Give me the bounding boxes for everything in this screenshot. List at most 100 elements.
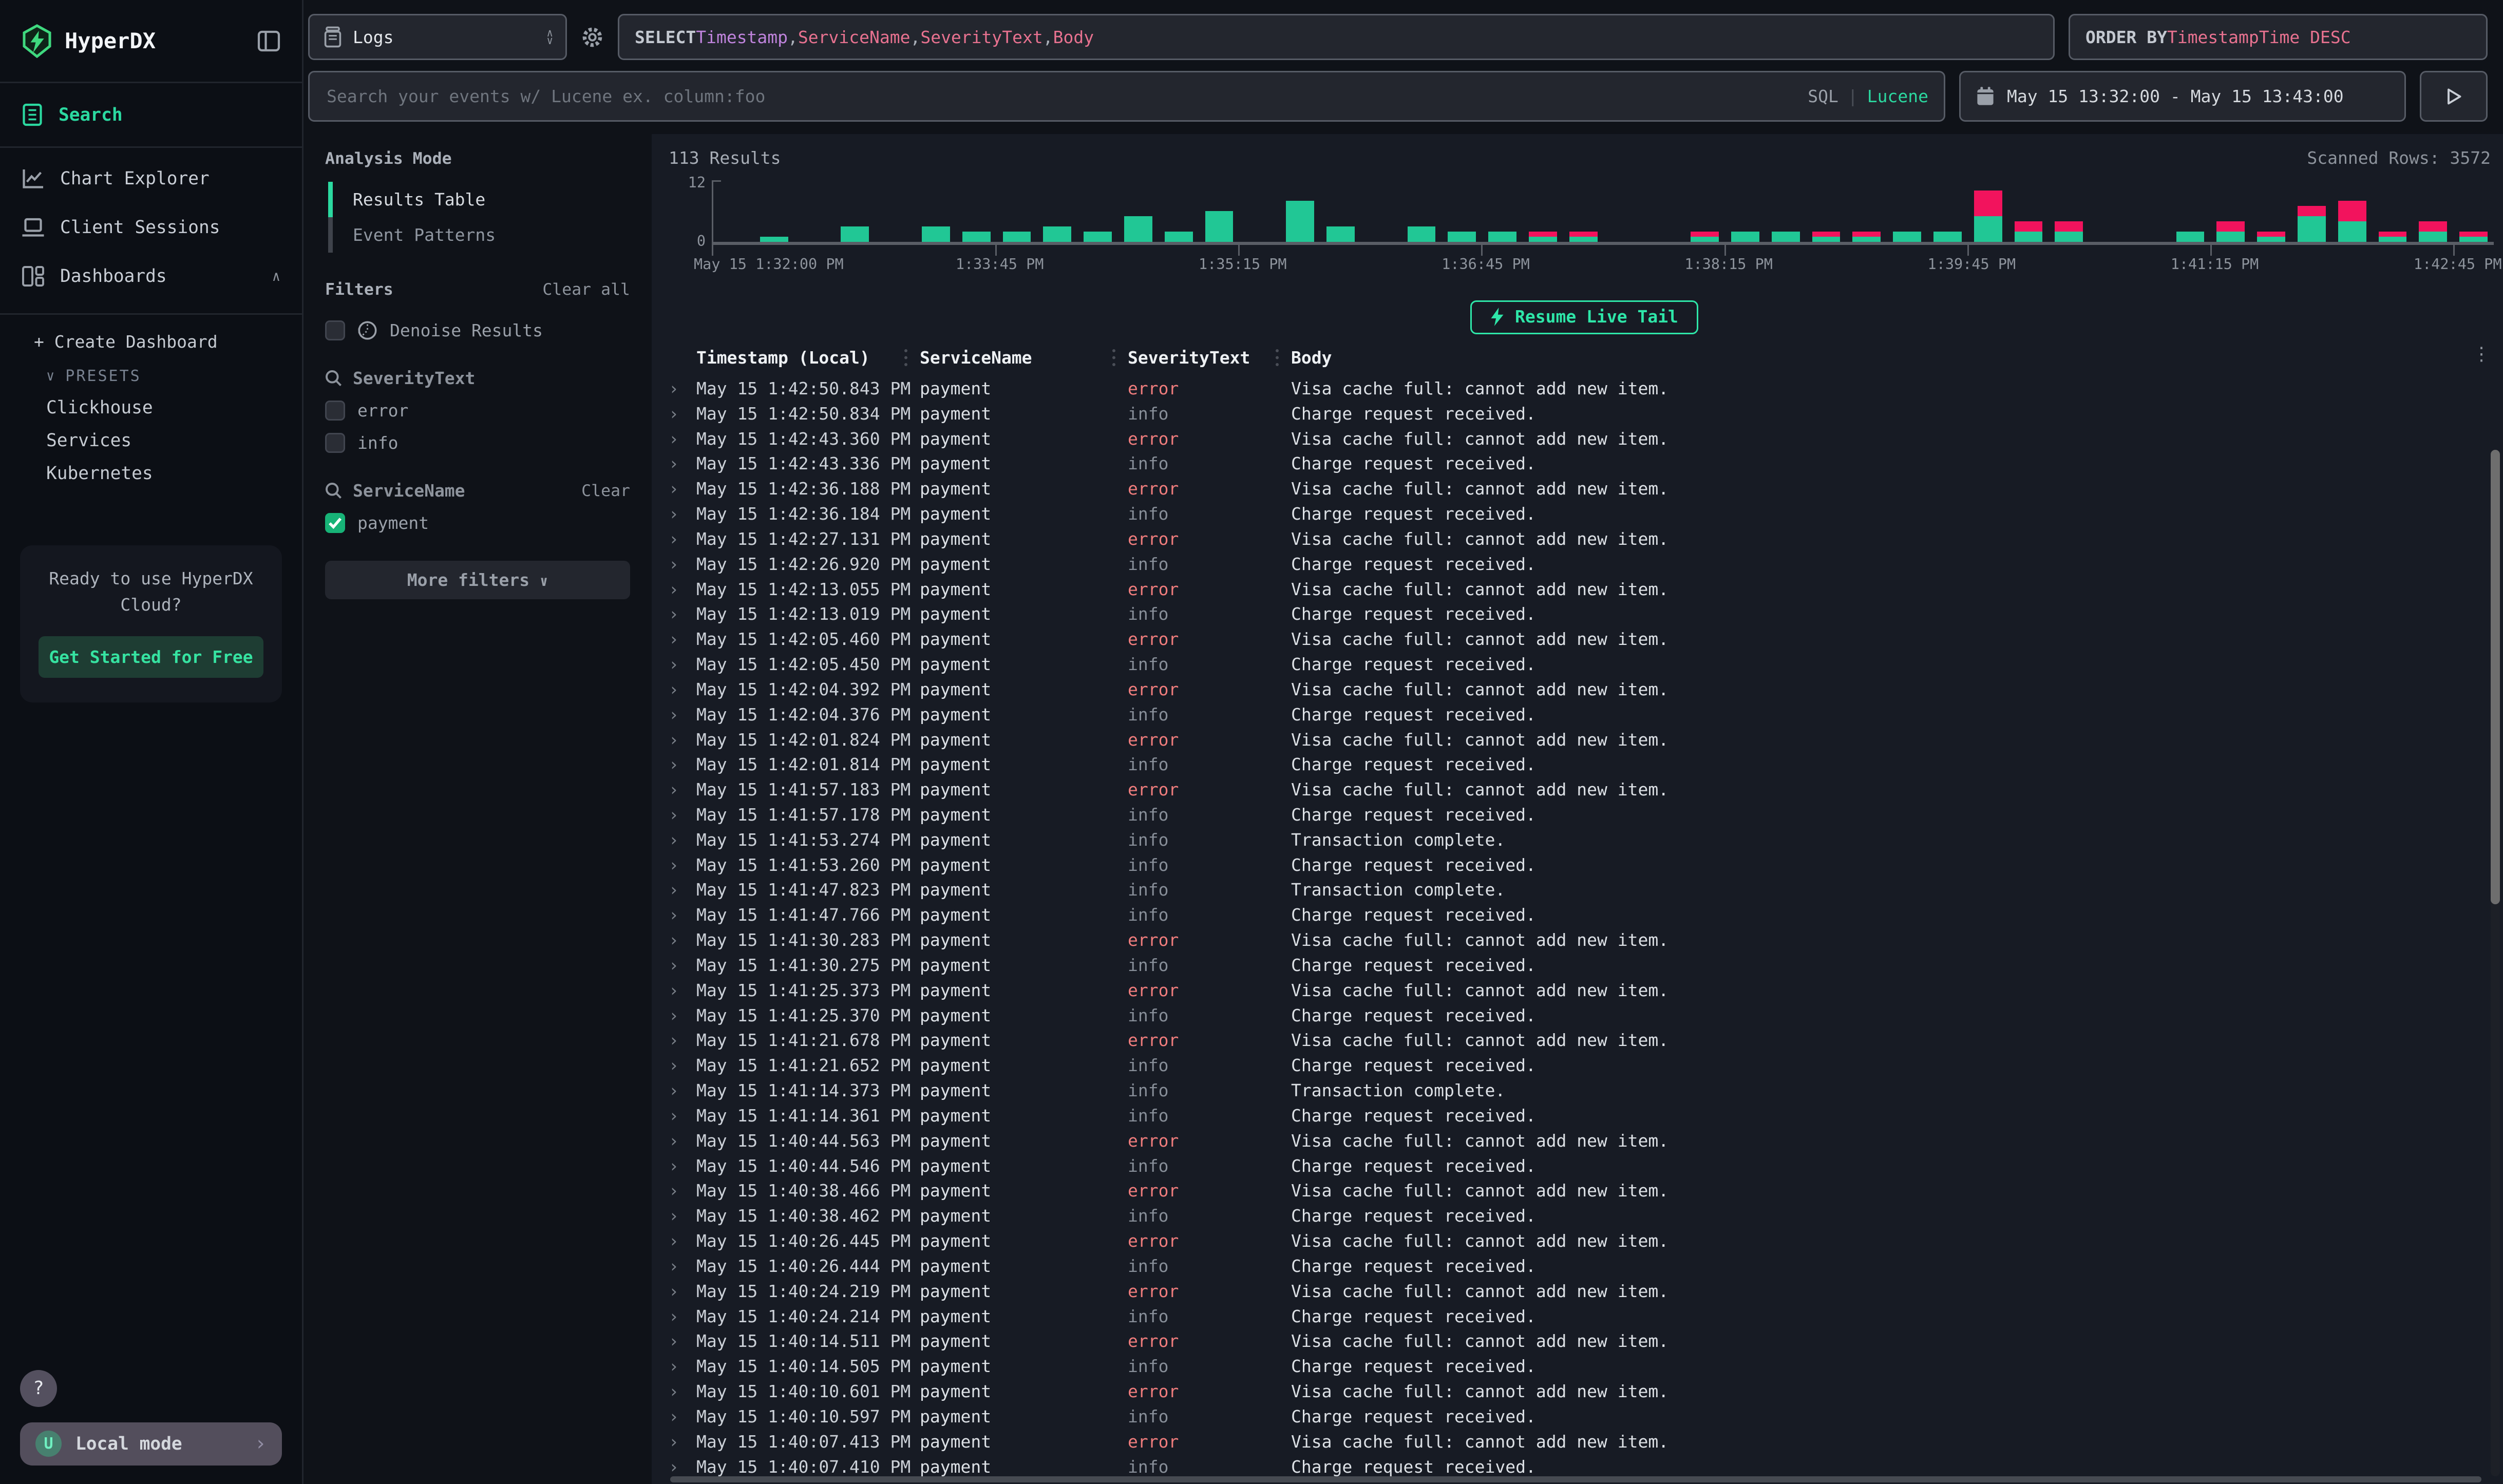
run-query-button[interactable] [2420,71,2488,122]
row-expand-icon[interactable]: › [666,1080,696,1100]
table-row[interactable]: ›May 15 1:42:50.834 PMpaymentinfoCharge … [666,401,2503,426]
clear-all-button[interactable]: Clear all [542,280,630,299]
table-row[interactable]: ›May 15 1:42:04.392 PMpaymenterrorVisa c… [666,677,2503,702]
table-row[interactable]: ›May 15 1:40:24.214 PMpaymentinfoCharge … [666,1304,2503,1329]
local-mode-menu[interactable]: U Local mode › [20,1422,282,1466]
histogram-bucket[interactable] [713,180,754,242]
sql-mode-button[interactable]: SQL [1808,86,1838,106]
row-expand-icon[interactable]: › [666,654,696,674]
filter-option-info[interactable]: info [325,427,630,459]
table-row[interactable]: ›May 15 1:42:13.055 PMpaymenterrorVisa c… [666,577,2503,602]
table-row[interactable]: ›May 15 1:41:25.373 PMpaymenterrorVisa c… [666,978,2503,1003]
table-row[interactable]: ›May 15 1:40:26.445 PMpaymenterrorVisa c… [666,1228,2503,1253]
histogram-bucket[interactable] [1766,180,1806,242]
table-row[interactable]: ›May 15 1:40:10.601 PMpaymenterrorVisa c… [666,1379,2503,1404]
row-expand-icon[interactable]: › [666,1281,696,1301]
sidebar-preset-kubernetes[interactable]: Kubernetes [0,457,302,490]
histogram-bucket[interactable] [1523,180,1563,242]
row-expand-icon[interactable]: › [666,1406,696,1426]
table-row[interactable]: ›May 15 1:40:14.511 PMpaymenterrorVisa c… [666,1328,2503,1354]
table-row[interactable]: ›May 15 1:41:57.178 PMpaymentinfoCharge … [666,802,2503,827]
row-expand-icon[interactable]: › [666,1231,696,1251]
column-resize-handle[interactable] [904,349,907,366]
sidebar-preset-services[interactable]: Services [0,424,302,457]
row-expand-icon[interactable]: › [666,1306,696,1326]
histogram-bucket[interactable] [1361,180,1401,242]
row-expand-icon[interactable]: › [666,1356,696,1376]
histogram-bucket[interactable] [1199,180,1240,242]
table-row[interactable]: ›May 15 1:41:30.283 PMpaymenterrorVisa c… [666,927,2503,953]
collapse-sidebar-icon[interactable] [257,30,280,52]
histogram-bucket[interactable] [1927,180,1968,242]
row-expand-icon[interactable]: › [666,579,696,599]
gear-icon[interactable] [581,26,604,49]
filter-option-payment[interactable]: payment [325,507,630,539]
histogram-bucket[interactable] [2089,180,2130,242]
row-expand-icon[interactable]: › [666,1156,696,1176]
histogram-bucket[interactable] [1563,180,1604,242]
sidebar-item-chart-explorer[interactable]: Chart Explorer [0,154,302,203]
histogram-bucket[interactable] [1037,180,1077,242]
analysis-tab-results-table[interactable]: Results Table [328,182,630,217]
table-row[interactable]: ›May 15 1:42:50.843 PMpaymenterrorVisa c… [666,376,2503,401]
row-expand-icon[interactable]: › [666,554,696,574]
row-expand-icon[interactable]: › [666,504,696,524]
table-row[interactable]: ›May 15 1:41:47.766 PMpaymentinfoCharge … [666,902,2503,927]
row-expand-icon[interactable]: › [666,604,696,624]
histogram-bucket[interactable] [2453,180,2494,242]
histogram-bucket[interactable] [2291,180,2332,242]
row-expand-icon[interactable]: › [666,905,696,925]
analysis-tab-event-patterns[interactable]: Event Patterns [328,217,630,253]
histogram-bucket[interactable] [1280,180,1320,242]
histogram-bucket[interactable] [1239,180,1280,242]
table-row[interactable]: ›May 15 1:41:53.260 PMpaymentinfoCharge … [666,852,2503,878]
table-row[interactable]: ›May 15 1:42:04.376 PMpaymentinfoCharge … [666,702,2503,727]
histogram-bucket[interactable] [1442,180,1482,242]
histogram-bucket[interactable] [1159,180,1199,242]
histogram-bucket[interactable] [1320,180,1361,242]
row-expand-icon[interactable]: › [666,679,696,699]
get-started-button[interactable]: Get Started for Free [39,636,263,678]
histogram-bucket[interactable] [997,180,1037,242]
row-expand-icon[interactable]: › [666,479,696,499]
row-expand-icon[interactable]: › [666,855,696,875]
filter-option-error[interactable]: error [325,394,630,427]
row-expand-icon[interactable]: › [666,453,696,473]
table-row[interactable]: ›May 15 1:42:27.131 PMpaymenterrorVisa c… [666,526,2503,551]
help-button[interactable]: ? [20,1370,57,1407]
table-row[interactable]: ›May 15 1:40:26.444 PMpaymentinfoCharge … [666,1253,2503,1279]
histogram-bucket[interactable] [1077,180,1118,242]
column-resize-handle[interactable] [1112,349,1115,366]
sidebar-item-search[interactable]: Search [0,89,302,140]
table-row[interactable]: ›May 15 1:42:43.336 PMpaymentinfoCharge … [666,451,2503,476]
clear-filter-button[interactable]: Clear [581,482,630,500]
table-row[interactable]: ›May 15 1:40:07.413 PMpaymenterrorVisa c… [666,1429,2503,1454]
presets-toggle[interactable]: ∨ PRESETS [0,359,302,391]
table-row[interactable]: ›May 15 1:40:07.410 PMpaymentinfoCharge … [666,1454,2503,1479]
histogram-bucket[interactable] [1846,180,1887,242]
row-expand-icon[interactable]: › [666,705,696,725]
row-expand-icon[interactable]: › [666,730,696,750]
table-row[interactable]: ›May 15 1:42:26.920 PMpaymentinfoCharge … [666,551,2503,577]
events-histogram[interactable]: 12 0 [712,180,2494,242]
histogram-bucket[interactable] [1806,180,1847,242]
row-expand-icon[interactable]: › [666,1030,696,1050]
row-expand-icon[interactable]: › [666,830,696,850]
denoise-checkbox[interactable] [325,320,345,340]
row-expand-icon[interactable]: › [666,1181,696,1201]
table-row[interactable]: ›May 15 1:42:05.450 PMpaymentinfoCharge … [666,652,2503,677]
row-expand-icon[interactable]: › [666,404,696,424]
row-expand-icon[interactable]: › [666,629,696,649]
histogram-bucket[interactable] [2130,180,2170,242]
checkbox[interactable] [325,433,345,453]
resume-live-tail-button[interactable]: Resume Live Tail [1470,300,1698,334]
row-expand-icon[interactable]: › [666,1432,696,1452]
table-row[interactable]: ›May 15 1:40:44.546 PMpaymentinfoCharge … [666,1153,2503,1178]
histogram-bucket[interactable] [2008,180,2049,242]
col-servicename[interactable]: ServiceName [920,348,1128,368]
table-row[interactable]: ›May 15 1:40:38.462 PMpaymentinfoCharge … [666,1203,2503,1228]
table-row[interactable]: ›May 15 1:41:14.361 PMpaymentinfoCharge … [666,1103,2503,1128]
histogram-bucket[interactable] [1604,180,1644,242]
histogram-bucket[interactable] [1887,180,1927,242]
table-row[interactable]: ›May 15 1:40:24.219 PMpaymenterrorVisa c… [666,1279,2503,1304]
